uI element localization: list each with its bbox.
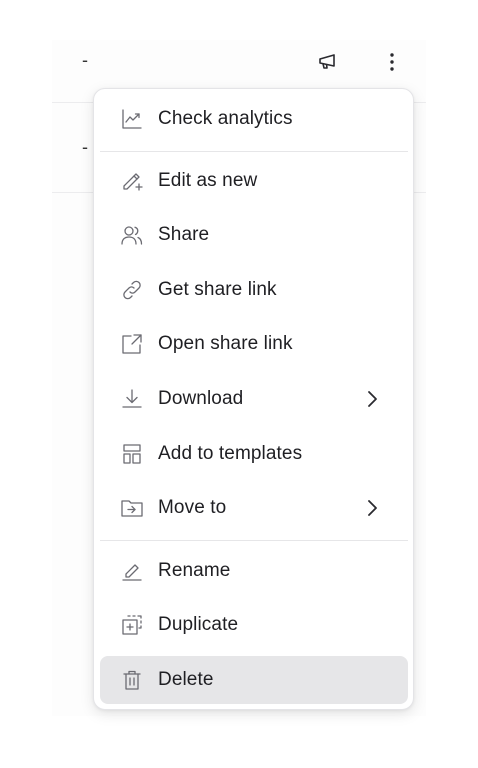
- menu-item-move-to[interactable]: Move to: [100, 484, 408, 532]
- menu-divider: [100, 151, 408, 152]
- menu-item-get-share-link[interactable]: Get share link: [100, 266, 408, 314]
- chevron-right-icon: [360, 496, 384, 520]
- menu-item-label: Open share link: [158, 333, 293, 354]
- megaphone-icon[interactable]: [316, 50, 340, 79]
- cell-value: -: [82, 137, 88, 157]
- edit-plus-icon: [120, 169, 144, 193]
- menu-item-label: Move to: [158, 497, 227, 518]
- menu-item-delete[interactable]: Delete: [100, 656, 408, 704]
- trash-icon: [120, 668, 144, 692]
- external-link-icon: [120, 332, 144, 356]
- menu-item-label: Add to templates: [158, 443, 303, 464]
- link-icon: [120, 278, 144, 302]
- chevron-right-icon: [360, 387, 384, 411]
- menu-item-edit-as-new[interactable]: Edit as new: [100, 157, 408, 205]
- menu-item-label: Share: [158, 224, 210, 245]
- folder-move-icon: [120, 496, 144, 520]
- menu-divider: [100, 540, 408, 541]
- menu-item-label: Check analytics: [158, 108, 293, 129]
- template-icon: [120, 442, 144, 466]
- menu-item-download[interactable]: Download: [100, 375, 408, 423]
- menu-item-check-analytics[interactable]: Check analytics: [100, 95, 408, 143]
- menu-item-duplicate[interactable]: Duplicate: [100, 601, 408, 649]
- download-icon: [120, 387, 144, 411]
- cell-value: -: [82, 50, 88, 70]
- menu-item-label: Download: [158, 388, 244, 409]
- menu-item-label: Edit as new: [158, 170, 258, 191]
- analytics-icon: [120, 107, 144, 131]
- more-vertical-icon[interactable]: [380, 50, 404, 79]
- menu-item-open-share-link[interactable]: Open share link: [100, 320, 408, 368]
- menu-item-label: Duplicate: [158, 614, 239, 635]
- rename-icon: [120, 559, 144, 583]
- menu-item-label: Get share link: [158, 279, 277, 300]
- menu-item-share[interactable]: Share: [100, 211, 408, 259]
- menu-item-add-to-templates[interactable]: Add to templates: [100, 430, 408, 478]
- menu-item-label: Rename: [158, 560, 231, 581]
- duplicate-icon: [120, 613, 144, 637]
- menu-item-label: Delete: [158, 669, 214, 690]
- users-icon: [120, 223, 144, 247]
- menu-item-rename[interactable]: Rename: [100, 547, 408, 595]
- context-menu: Check analytics Edit as new Share Get sh…: [93, 88, 414, 710]
